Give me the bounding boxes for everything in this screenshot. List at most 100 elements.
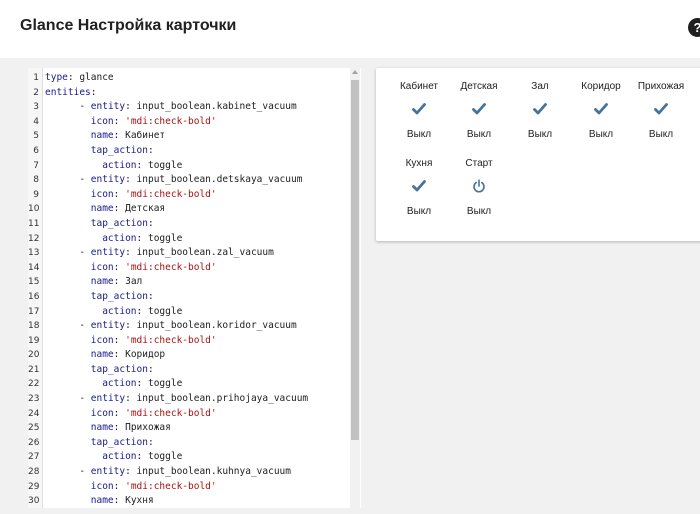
code-text: name: Кухня xyxy=(45,494,154,508)
yaml-key: action xyxy=(102,378,137,390)
yaml-key: tap_action xyxy=(90,436,148,448)
code-line[interactable]: 11 tap_action: xyxy=(28,217,350,232)
code-line[interactable]: 16 tap_action: xyxy=(28,290,350,305)
code-line[interactable]: 26 tap_action: xyxy=(28,436,350,451)
code-line[interactable]: 1 type: glance xyxy=(28,71,350,86)
line-number: 1 xyxy=(33,73,39,83)
code-text: icon: 'mdi:check-bold' xyxy=(45,115,217,130)
code-line[interactable]: 23 - entity: input_boolean.prihojaya_vac… xyxy=(28,392,350,407)
code-line[interactable]: 30 name: Кухня xyxy=(28,494,350,508)
code-line[interactable]: 6 tap_action: xyxy=(28,144,350,159)
code-line[interactable]: 17 action: toggle xyxy=(28,305,350,320)
entity-tile[interactable]: Старт Выкл xyxy=(448,157,510,219)
code-text: tap_action: xyxy=(45,144,154,159)
yaml-text: : toggle xyxy=(136,451,183,463)
yaml-text: : toggle xyxy=(136,232,183,244)
yaml-key: tap_action xyxy=(90,144,148,156)
entity-tile[interactable]: Зал Выкл xyxy=(509,80,571,142)
code-text: name: Детская xyxy=(45,202,165,217)
entity-tile[interactable]: Кухня Выкл xyxy=(388,157,450,219)
code-text: icon: 'mdi:check-bold' xyxy=(45,261,217,276)
code-text: icon: 'mdi:check-bold' xyxy=(45,480,217,495)
entity-tile[interactable]: Коридор Выкл xyxy=(570,80,632,142)
yaml-text: - xyxy=(79,320,91,332)
entity-state: Выкл xyxy=(527,129,553,140)
code-line[interactable]: 25 name: Прихожая xyxy=(28,421,350,436)
code-line[interactable]: 27 action: toggle xyxy=(28,450,350,465)
scrollbar-thumb[interactable] xyxy=(351,80,359,440)
line-number: 30 xyxy=(28,496,40,507)
editor-scrollbar[interactable] xyxy=(350,68,360,508)
code-line[interactable]: 29 icon: 'mdi:check-bold' xyxy=(28,480,350,495)
line-number: 25 xyxy=(28,423,40,434)
code-line[interactable]: 28 - entity: input_boolean.kuhnya_vacuum xyxy=(28,465,350,480)
entity-tile[interactable]: Кабинет Выкл xyxy=(388,80,450,142)
line-number: 14 xyxy=(28,262,40,273)
line-number: 18 xyxy=(28,321,40,332)
help-icon[interactable]: ? xyxy=(688,18,700,37)
dialog-title: Glance Настройка карточки xyxy=(20,17,237,34)
yaml-key: name xyxy=(90,130,114,142)
code-line[interactable]: 20 name: Коридор xyxy=(28,348,350,363)
code-line[interactable]: 14 icon: 'mdi:check-bold' xyxy=(28,261,350,276)
code-line[interactable]: 3 - entity: input_boolean.kabinet_vacuum xyxy=(28,100,350,115)
check-bold-icon xyxy=(388,94,450,124)
yaml-text: : Прихожая xyxy=(113,422,171,434)
entity-tile[interactable]: Прихожая Выкл xyxy=(630,80,692,142)
code-line[interactable]: 7 action: toggle xyxy=(28,159,350,174)
yaml-text: : xyxy=(113,480,126,492)
yaml-key: name xyxy=(90,276,114,288)
entity-state: Выкл xyxy=(466,129,492,140)
yaml-key: icon xyxy=(90,334,114,346)
code-line[interactable]: 8 - entity: input_boolean.detskaya_vacuu… xyxy=(28,173,350,188)
code-line[interactable]: 9 icon: 'mdi:check-bold' xyxy=(28,188,350,203)
code-line[interactable]: 18 - entity: input_boolean.koridor_vacuu… xyxy=(28,319,350,334)
yaml-key: name xyxy=(90,422,114,434)
entity-name: Детская xyxy=(460,81,498,92)
yaml-text: - xyxy=(79,247,91,259)
scroll-up-arrow-icon[interactable] xyxy=(352,70,358,74)
yaml-text: : xyxy=(113,334,126,346)
line-number: 26 xyxy=(28,437,40,448)
code-line[interactable]: 22 action: toggle xyxy=(28,377,350,392)
line-number: 29 xyxy=(28,481,40,492)
yaml-key: icon xyxy=(90,188,114,200)
line-number: 23 xyxy=(28,394,40,405)
entity-tile[interactable]: Детская Выкл xyxy=(448,80,510,142)
code-line[interactable]: 5 name: Кабинет xyxy=(28,129,350,144)
yaml-text: : input_boolean.koridor_vacuum xyxy=(125,320,297,332)
dialog-header: Glance Настройка карточки ? xyxy=(0,0,700,58)
yaml-key: type xyxy=(45,72,68,83)
entity-name: Коридор xyxy=(581,81,621,92)
yaml-key: name xyxy=(90,349,114,361)
yaml-key: entity xyxy=(90,466,126,478)
line-number: 28 xyxy=(28,467,40,478)
yaml-text: : input_boolean.prihojaya_vacuum xyxy=(125,393,309,405)
yaml-text: : xyxy=(147,290,154,302)
code-text: - entity: input_boolean.koridor_vacuum xyxy=(45,319,297,334)
code-line[interactable]: 24 icon: 'mdi:check-bold' xyxy=(28,407,350,422)
code-lines[interactable]: 1 type: glance 2 entities: 3 - entity: input… xyxy=(28,71,350,508)
code-line[interactable]: 12 action: toggle xyxy=(28,232,350,247)
yaml-text: : glance xyxy=(67,72,114,83)
yaml-key: action xyxy=(102,305,137,317)
yaml-code-editor[interactable]: 1 type: glance 2 entities: 3 - entity: input… xyxy=(28,68,361,508)
code-line[interactable]: 10 name: Детская xyxy=(28,202,350,217)
code-line[interactable]: 21 tap_action: xyxy=(28,363,350,378)
yaml-key: entity xyxy=(90,247,126,259)
entity-state: Выкл xyxy=(648,129,674,140)
code-line[interactable]: 15 name: Зал xyxy=(28,275,350,290)
entity-state: Выкл xyxy=(466,206,492,217)
code-line[interactable]: 4 icon: 'mdi:check-bold' xyxy=(28,115,350,130)
code-text: icon: 'mdi:check-bold' xyxy=(45,407,217,422)
code-line[interactable]: 2 entities: xyxy=(28,86,350,101)
code-line[interactable]: 19 icon: 'mdi:check-bold' xyxy=(28,334,350,349)
code-line[interactable]: 13 - entity: input_boolean.zal_vacuum xyxy=(28,246,350,261)
